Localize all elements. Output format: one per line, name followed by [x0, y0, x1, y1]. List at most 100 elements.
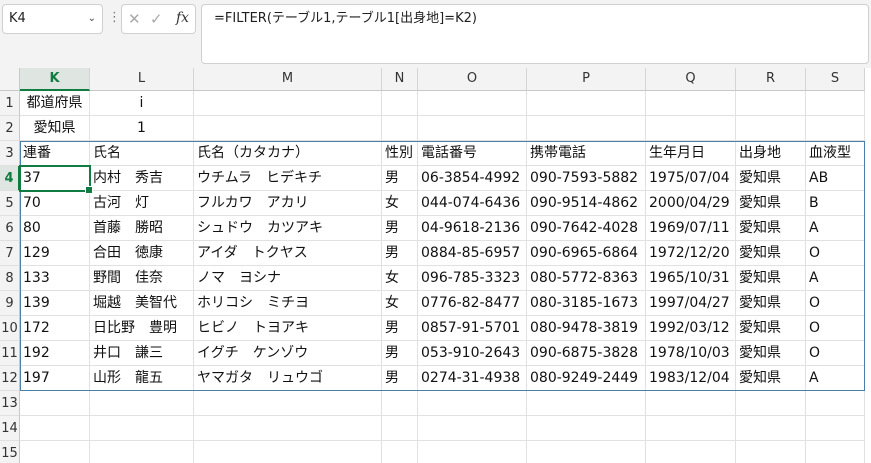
row-header-12[interactable]: 12 — [0, 366, 20, 391]
column-header-m[interactable]: M — [194, 68, 382, 91]
table-cell[interactable]: 古河 灯 — [90, 191, 194, 216]
table-cell[interactable]: 080-5772-8363 — [527, 266, 646, 291]
table-cell[interactable]: A — [806, 366, 865, 391]
empty-cell[interactable] — [418, 441, 527, 463]
table-cell[interactable]: 06-3854-4992 — [418, 166, 527, 191]
empty-cell[interactable] — [527, 91, 646, 116]
row-header-8[interactable]: 8 — [0, 266, 20, 291]
row-header-6[interactable]: 6 — [0, 216, 20, 241]
table-cell[interactable]: 197 — [20, 366, 90, 391]
row-header-14[interactable]: 14 — [0, 416, 20, 441]
empty-cell[interactable] — [20, 416, 90, 441]
empty-cell[interactable] — [20, 441, 90, 463]
table-cell[interactable]: 1983/12/04 — [646, 366, 736, 391]
row-header-7[interactable]: 7 — [0, 241, 20, 266]
column-header-r[interactable]: R — [736, 68, 806, 91]
empty-cell[interactable] — [806, 91, 865, 116]
empty-cell[interactable] — [194, 391, 382, 416]
empty-cell[interactable] — [418, 116, 527, 141]
table-cell[interactable]: 090-6875-3828 — [527, 341, 646, 366]
empty-cell[interactable] — [806, 441, 865, 463]
table-cell[interactable]: 172 — [20, 316, 90, 341]
table-cell[interactable]: 愛知県 — [736, 341, 806, 366]
table-cell[interactable]: 0884-85-6957 — [418, 241, 527, 266]
table-cell[interactable]: O — [806, 291, 865, 316]
table-cell[interactable]: 男 — [382, 216, 418, 241]
table-cell[interactable]: 090-7642-4028 — [527, 216, 646, 241]
empty-cell[interactable] — [382, 116, 418, 141]
empty-cell[interactable] — [382, 441, 418, 463]
table-header-cell[interactable]: 氏名 — [90, 141, 194, 166]
empty-cell[interactable] — [20, 391, 90, 416]
table-cell[interactable]: 野間 佳奈 — [90, 266, 194, 291]
more-options-icon[interactable]: ⋮ — [108, 8, 121, 28]
column-header-o[interactable]: O — [418, 68, 527, 91]
empty-cell[interactable] — [527, 391, 646, 416]
column-header-n[interactable]: N — [382, 68, 418, 91]
table-cell[interactable]: 090-6965-6864 — [527, 241, 646, 266]
empty-cell[interactable] — [194, 441, 382, 463]
table-cell[interactable]: O — [806, 341, 865, 366]
table-cell[interactable]: 2000/04/29 — [646, 191, 736, 216]
table-cell[interactable]: 096-785-3323 — [418, 266, 527, 291]
table-cell[interactable]: A — [806, 216, 865, 241]
table-header-cell[interactable]: 電話番号 — [418, 141, 527, 166]
empty-cell[interactable] — [418, 391, 527, 416]
table-cell[interactable]: 首藤 勝昭 — [90, 216, 194, 241]
table-cell[interactable]: 日比野 豊明 — [90, 316, 194, 341]
table-cell[interactable]: 70 — [20, 191, 90, 216]
table-cell[interactable]: 044-074-6436 — [418, 191, 527, 216]
empty-cell[interactable] — [527, 441, 646, 463]
table-cell[interactable]: 053-910-2643 — [418, 341, 527, 366]
table-cell[interactable]: 愛知県 — [736, 316, 806, 341]
table-cell[interactable]: 133 — [20, 266, 90, 291]
table-cell[interactable]: A — [806, 266, 865, 291]
table-cell[interactable]: 090-9514-4862 — [527, 191, 646, 216]
table-header-cell[interactable]: 生年月日 — [646, 141, 736, 166]
empty-cell[interactable] — [527, 416, 646, 441]
table-cell[interactable]: O — [806, 241, 865, 266]
table-cell[interactable]: 内村 秀吉 — [90, 166, 194, 191]
chevron-down-icon[interactable]: ⌄ — [88, 5, 96, 33]
empty-cell[interactable] — [646, 441, 736, 463]
table-cell[interactable]: 男 — [382, 341, 418, 366]
table-cell[interactable]: 1972/12/20 — [646, 241, 736, 266]
table-cell[interactable]: AB — [806, 166, 865, 191]
row-header-15[interactable]: 15 — [0, 441, 20, 463]
table-cell[interactable]: 1978/10/03 — [646, 341, 736, 366]
column-header-q[interactable]: Q — [646, 68, 736, 91]
table-cell[interactable]: イグチ ケンゾウ — [194, 341, 382, 366]
table-cell[interactable]: 愛知県 — [736, 191, 806, 216]
row-header-2[interactable]: 2 — [0, 116, 20, 141]
table-cell[interactable]: 女 — [382, 266, 418, 291]
table-header-cell[interactable]: 血液型 — [806, 141, 865, 166]
table-cell[interactable]: 男 — [382, 166, 418, 191]
table-cell[interactable]: 1969/07/11 — [646, 216, 736, 241]
name-box[interactable]: K4 ⌄ — [2, 4, 103, 34]
table-cell[interactable]: 139 — [20, 291, 90, 316]
cancel-icon[interactable]: ✕ — [128, 10, 141, 28]
row-header-11[interactable]: 11 — [0, 341, 20, 366]
check-icon[interactable]: ✓ — [150, 10, 163, 28]
table-header-cell[interactable]: 携帯電話 — [527, 141, 646, 166]
table-cell[interactable]: 1992/03/12 — [646, 316, 736, 341]
table-cell[interactable]: O — [806, 316, 865, 341]
empty-cell[interactable] — [646, 391, 736, 416]
table-cell[interactable]: 愛知県 — [736, 291, 806, 316]
criteria-cell[interactable]: 都道府県 — [20, 91, 90, 116]
empty-cell[interactable] — [194, 91, 382, 116]
column-header-k[interactable]: K — [20, 68, 90, 91]
table-cell[interactable]: 山形 龍五 — [90, 366, 194, 391]
table-cell[interactable]: 堀越 美智代 — [90, 291, 194, 316]
empty-cell[interactable] — [194, 116, 382, 141]
table-cell[interactable]: 1965/10/31 — [646, 266, 736, 291]
table-cell[interactable]: B — [806, 191, 865, 216]
empty-cell[interactable] — [527, 116, 646, 141]
table-cell[interactable]: 080-3185-1673 — [527, 291, 646, 316]
table-cell[interactable]: 愛知県 — [736, 216, 806, 241]
table-cell[interactable]: 0776-82-8477 — [418, 291, 527, 316]
empty-cell[interactable] — [382, 416, 418, 441]
empty-cell[interactable] — [90, 391, 194, 416]
table-cell[interactable]: 04-9618-2136 — [418, 216, 527, 241]
empty-cell[interactable] — [736, 391, 806, 416]
